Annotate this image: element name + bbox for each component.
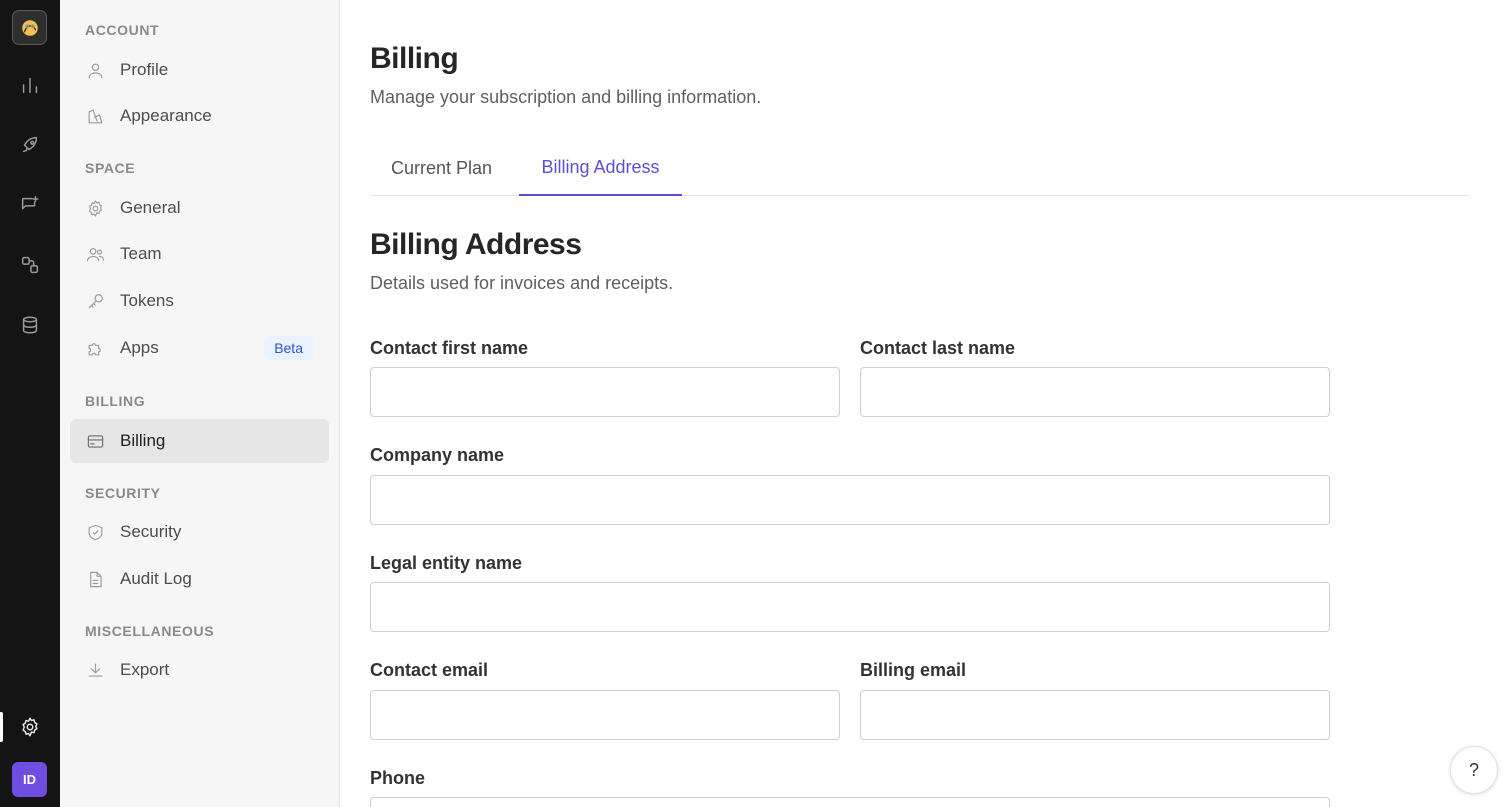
- sidebar-item-apps[interactable]: Apps Beta: [70, 326, 329, 370]
- last-name-input[interactable]: [860, 367, 1330, 417]
- sidebar-item-export[interactable]: Export: [70, 648, 329, 692]
- sidebar-item-label: Profile: [120, 60, 169, 79]
- billing-email-input[interactable]: [860, 690, 1330, 740]
- sidebar-item-label: Export: [120, 660, 170, 679]
- tab-billing-address[interactable]: Billing Address: [519, 140, 682, 196]
- section-title-security: SECURITY: [85, 485, 161, 501]
- last-name-label: Contact last name: [860, 338, 1016, 358]
- sidebar-item-label: Apps: [120, 338, 159, 357]
- database-icon[interactable]: [17, 312, 43, 338]
- tab-current-plan[interactable]: Current Plan: [370, 140, 513, 196]
- appearance-icon: [85, 106, 105, 126]
- sidebar-item-label: Team: [120, 244, 162, 263]
- sidebar-item-appearance[interactable]: Appearance: [70, 94, 329, 138]
- rocket-icon[interactable]: [17, 132, 43, 158]
- first-name-label: Contact first name: [370, 338, 529, 358]
- section-title-billing: BILLING: [85, 393, 146, 409]
- gear-icon: [85, 198, 105, 218]
- sidebar-item-label: Security: [120, 522, 182, 541]
- beta-badge: Beta: [264, 336, 313, 360]
- sidebar-item-label: Billing: [120, 431, 166, 450]
- sidebar-item-label: Tokens: [120, 291, 174, 310]
- page-subtitle: Manage your subscription and billing inf…: [370, 87, 762, 107]
- first-name-input[interactable]: [370, 367, 840, 417]
- download-icon: [85, 660, 105, 680]
- page-title: Billing: [370, 42, 459, 75]
- credit-card-icon: [85, 431, 105, 451]
- company-name-label: Company name: [370, 445, 505, 465]
- section-title-account: ACCOUNT: [85, 22, 160, 38]
- section-subtitle: Details used for invoices and receipts.: [370, 273, 674, 293]
- rail-active-indicator: [0, 712, 3, 742]
- analytics-icon[interactable]: [17, 72, 43, 98]
- icon-rail: ID: [0, 0, 60, 807]
- sidebar-item-general[interactable]: General: [70, 186, 329, 230]
- sidebar-item-tokens[interactable]: Tokens: [70, 279, 329, 323]
- legal-entity-label: Legal entity name: [370, 553, 523, 573]
- company-name-input[interactable]: [370, 475, 1330, 525]
- contact-email-label: Contact email: [370, 660, 489, 680]
- feedback-icon[interactable]: [17, 192, 43, 218]
- sidebar-item-audit-log[interactable]: Audit Log: [70, 557, 329, 601]
- logo-icon: [20, 18, 39, 37]
- sidebar-item-security[interactable]: Security: [70, 510, 329, 554]
- sidebar-item-billing[interactable]: Billing: [70, 419, 329, 463]
- legal-entity-input[interactable]: [370, 582, 1330, 632]
- sidebar-item-label: General: [120, 198, 181, 217]
- puzzle-icon: [85, 338, 105, 358]
- help-button[interactable]: ?: [1450, 746, 1498, 794]
- tab-bar: Current Plan Billing Address: [370, 140, 1468, 196]
- phone-input[interactable]: [370, 797, 1330, 807]
- gear-icon[interactable]: [17, 714, 43, 740]
- settings-sidebar: ACCOUNT Profile Appearance SPACE General…: [60, 0, 340, 807]
- workspace-logo[interactable]: [12, 10, 47, 45]
- sidebar-item-label: Audit Log: [120, 569, 192, 588]
- phone-label: Phone: [370, 768, 426, 788]
- main-content: Billing Manage your subscription and bil…: [340, 0, 1512, 807]
- user-icon: [85, 60, 105, 80]
- sidebar-item-team[interactable]: Team: [70, 232, 329, 276]
- shield-icon: [85, 522, 105, 542]
- document-icon: [85, 569, 105, 589]
- billing-email-label: Billing email: [860, 660, 967, 680]
- contact-email-input[interactable]: [370, 690, 840, 740]
- key-icon: [85, 291, 105, 311]
- section-title-space: SPACE: [85, 160, 136, 176]
- section-title-miscellaneous: MISCELLANEOUS: [85, 623, 215, 639]
- team-icon: [85, 244, 105, 264]
- sidebar-item-label: Appearance: [120, 106, 212, 125]
- section-title: Billing Address: [370, 228, 582, 261]
- sidebar-item-profile[interactable]: Profile: [70, 48, 329, 92]
- user-avatar[interactable]: ID: [12, 762, 47, 797]
- integrations-icon[interactable]: [17, 252, 43, 278]
